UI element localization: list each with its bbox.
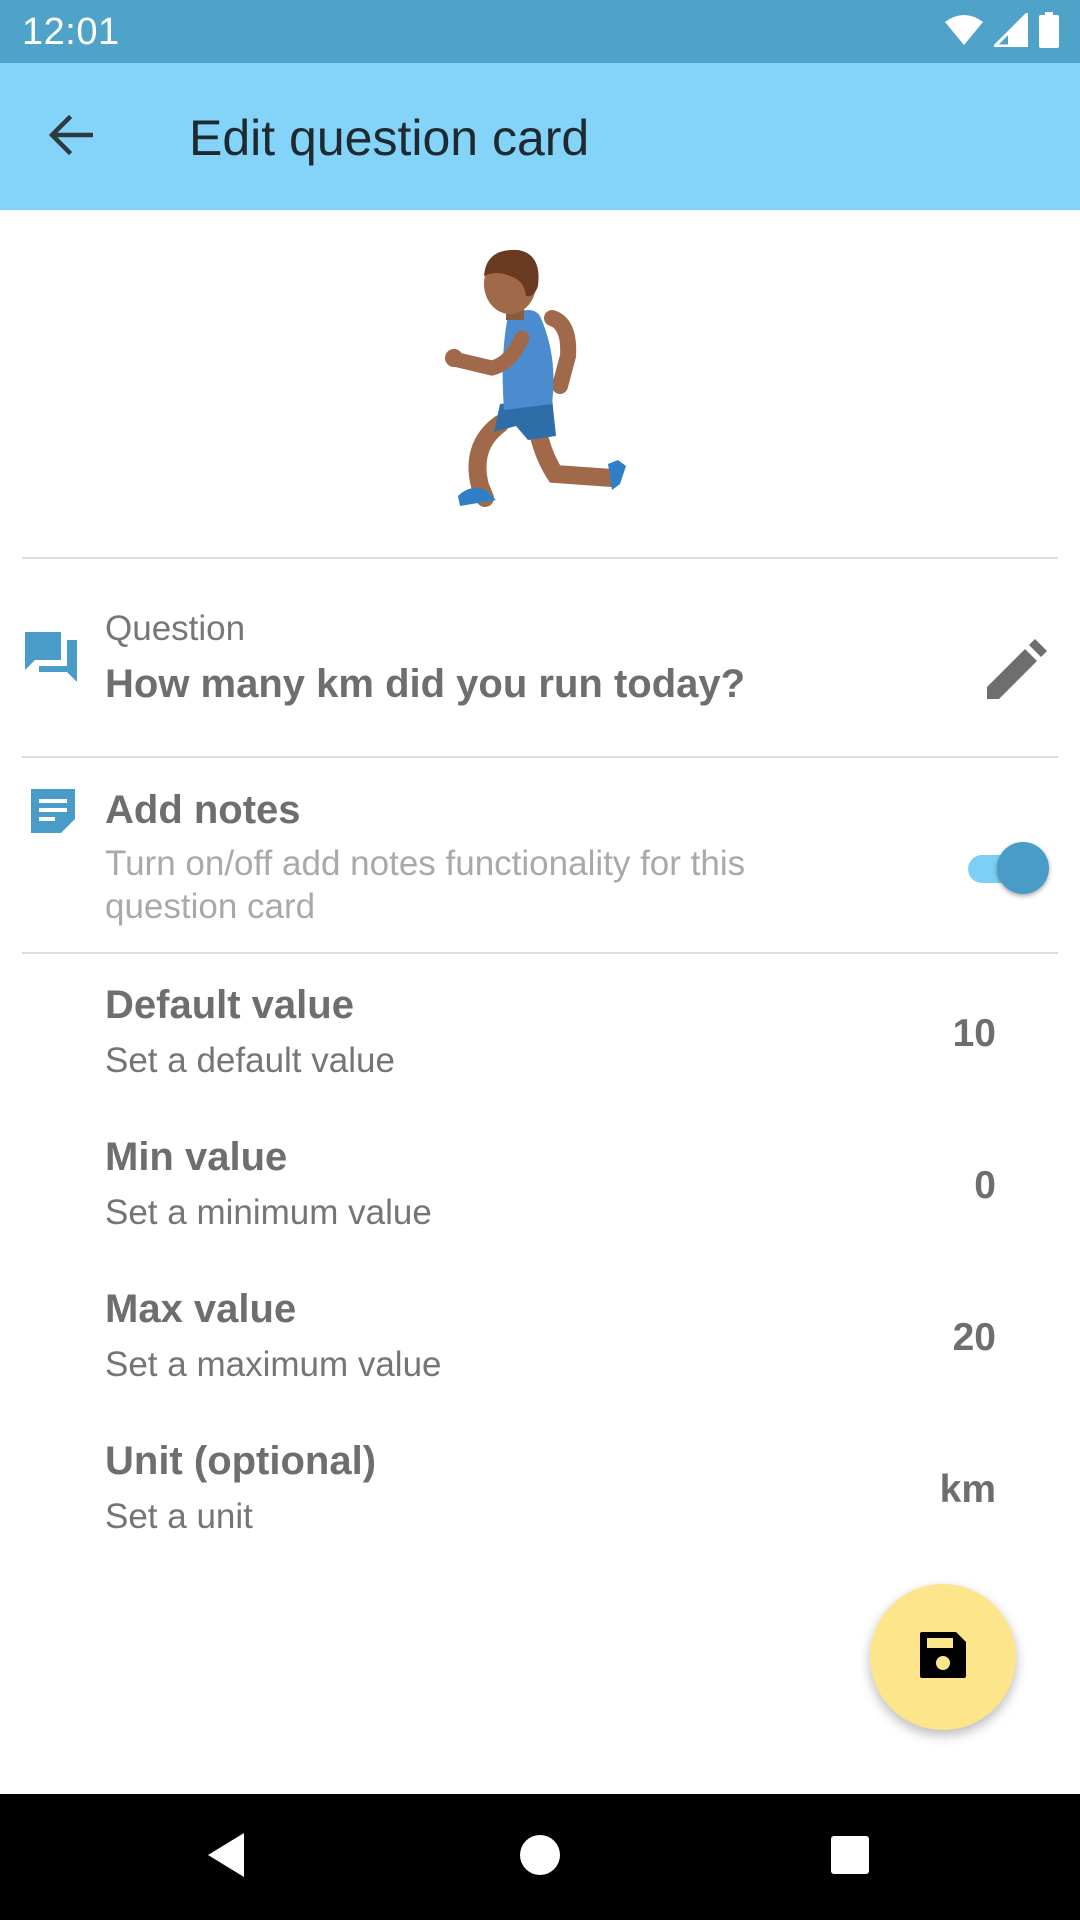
app-bar: Edit question card — [0, 63, 1080, 210]
nav-home-button[interactable] — [460, 1794, 620, 1920]
setting-subtitle: Set a default value — [105, 1041, 395, 1080]
battery-icon — [1038, 11, 1060, 53]
setting-value: 0 — [974, 1164, 996, 1207]
status-time: 12:01 — [22, 11, 120, 53]
back-button[interactable] — [36, 105, 106, 169]
hero-emoji-area — [0, 210, 1080, 558]
save-icon — [918, 1630, 968, 1685]
status-bar: 12:01 — [0, 0, 1080, 63]
wifi-icon — [944, 14, 984, 51]
setting-title: Default value — [105, 983, 354, 1027]
setting-subtitle: Set a unit — [105, 1497, 253, 1536]
setting-title: Min value — [105, 1135, 288, 1179]
page-title: Edit question card — [189, 110, 590, 166]
add-notes-description: Turn on/off add notes functionality for … — [105, 844, 746, 926]
setting-value: km — [939, 1468, 996, 1511]
setting-title: Unit (optional) — [105, 1439, 377, 1483]
setting-subtitle: Set a minimum value — [105, 1193, 432, 1232]
pencil-icon[interactable] — [980, 636, 1050, 706]
toggle-thumb — [997, 842, 1049, 894]
add-notes-toggle[interactable] — [966, 839, 1052, 897]
divider — [22, 557, 1058, 559]
arrow-back-icon — [48, 114, 94, 160]
setting-title: Max value — [105, 1287, 297, 1331]
setting-value: 20 — [952, 1316, 996, 1359]
notes-icon — [28, 786, 78, 836]
nav-back-button[interactable] — [146, 1794, 306, 1920]
recents-square-icon — [830, 1835, 870, 1880]
person-running-icon — [445, 249, 626, 507]
add-notes-title: Add notes — [105, 788, 301, 832]
setting-value: 10 — [952, 1012, 996, 1055]
system-nav-bar — [0, 1794, 1080, 1920]
status-icons — [944, 9, 1060, 53]
question-text: How many km did you run today? — [105, 662, 746, 706]
save-button[interactable] — [870, 1584, 1016, 1730]
home-circle-icon — [519, 1834, 561, 1881]
question-caption: Question — [105, 609, 246, 648]
divider — [22, 952, 1058, 954]
forum-icon — [22, 628, 80, 686]
setting-subtitle: Set a maximum value — [105, 1345, 442, 1384]
divider — [22, 756, 1058, 758]
nav-recents-button[interactable] — [770, 1794, 930, 1920]
signal-icon — [991, 9, 1029, 52]
back-triangle-icon — [204, 1831, 248, 1884]
